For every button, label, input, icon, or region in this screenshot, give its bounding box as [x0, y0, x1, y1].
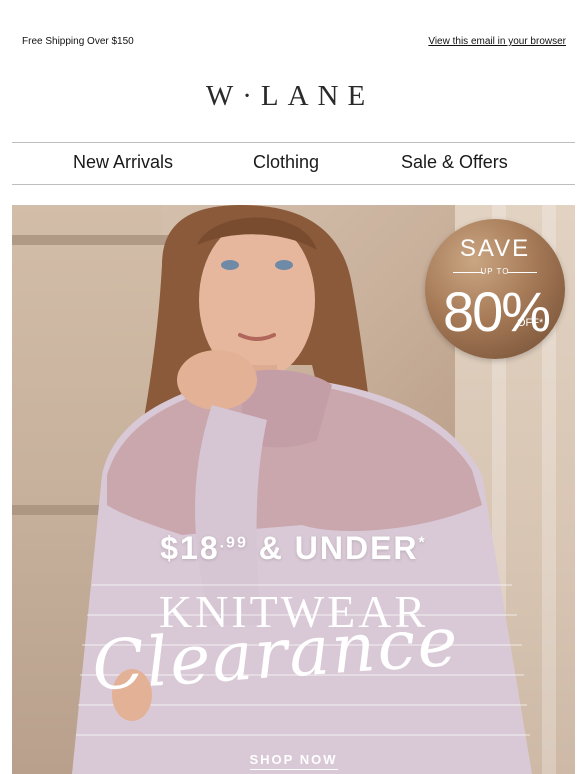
nav-top-divider — [12, 142, 575, 143]
badge-percent: 80% — [443, 280, 551, 343]
nav-bottom-divider — [12, 184, 575, 185]
price-cents: .99 — [219, 534, 248, 552]
price-asterisk: * — [418, 534, 427, 552]
price-main: $18 — [160, 530, 220, 566]
main-nav: New Arrivals Clothing Sale & Offers — [12, 144, 575, 184]
shop-now-label: SHOP NOW — [249, 752, 338, 770]
nav-new-arrivals[interactable]: New Arrivals — [73, 152, 173, 173]
nav-clothing[interactable]: Clothing — [253, 152, 319, 173]
price-suffix: & UNDER — [247, 530, 419, 566]
shop-now-button[interactable]: SHOP NOW — [12, 752, 575, 770]
save-80-badge[interactable]: SAVE UP TO 80% OFF* — [425, 219, 565, 359]
view-in-browser-link[interactable]: View this email in your browser — [428, 36, 566, 47]
free-shipping-text: Free Shipping Over $150 — [22, 36, 134, 47]
brand-logo[interactable]: W·LANE — [0, 80, 580, 113]
badge-off-text: OFF* — [517, 317, 544, 329]
preheader: Free Shipping Over $150 View this email … — [22, 36, 566, 50]
price-headline: $18.99 & UNDER* — [12, 530, 575, 567]
badge-save-text: SAVE — [459, 235, 531, 262]
badge-divider — [507, 272, 537, 273]
nav-sale-offers[interactable]: Sale & Offers — [401, 152, 508, 173]
badge-upto-text: UP TO — [480, 267, 510, 276]
hero-banner[interactable]: SAVE UP TO 80% OFF* $18.99 & UNDER* KNIT… — [12, 205, 575, 774]
